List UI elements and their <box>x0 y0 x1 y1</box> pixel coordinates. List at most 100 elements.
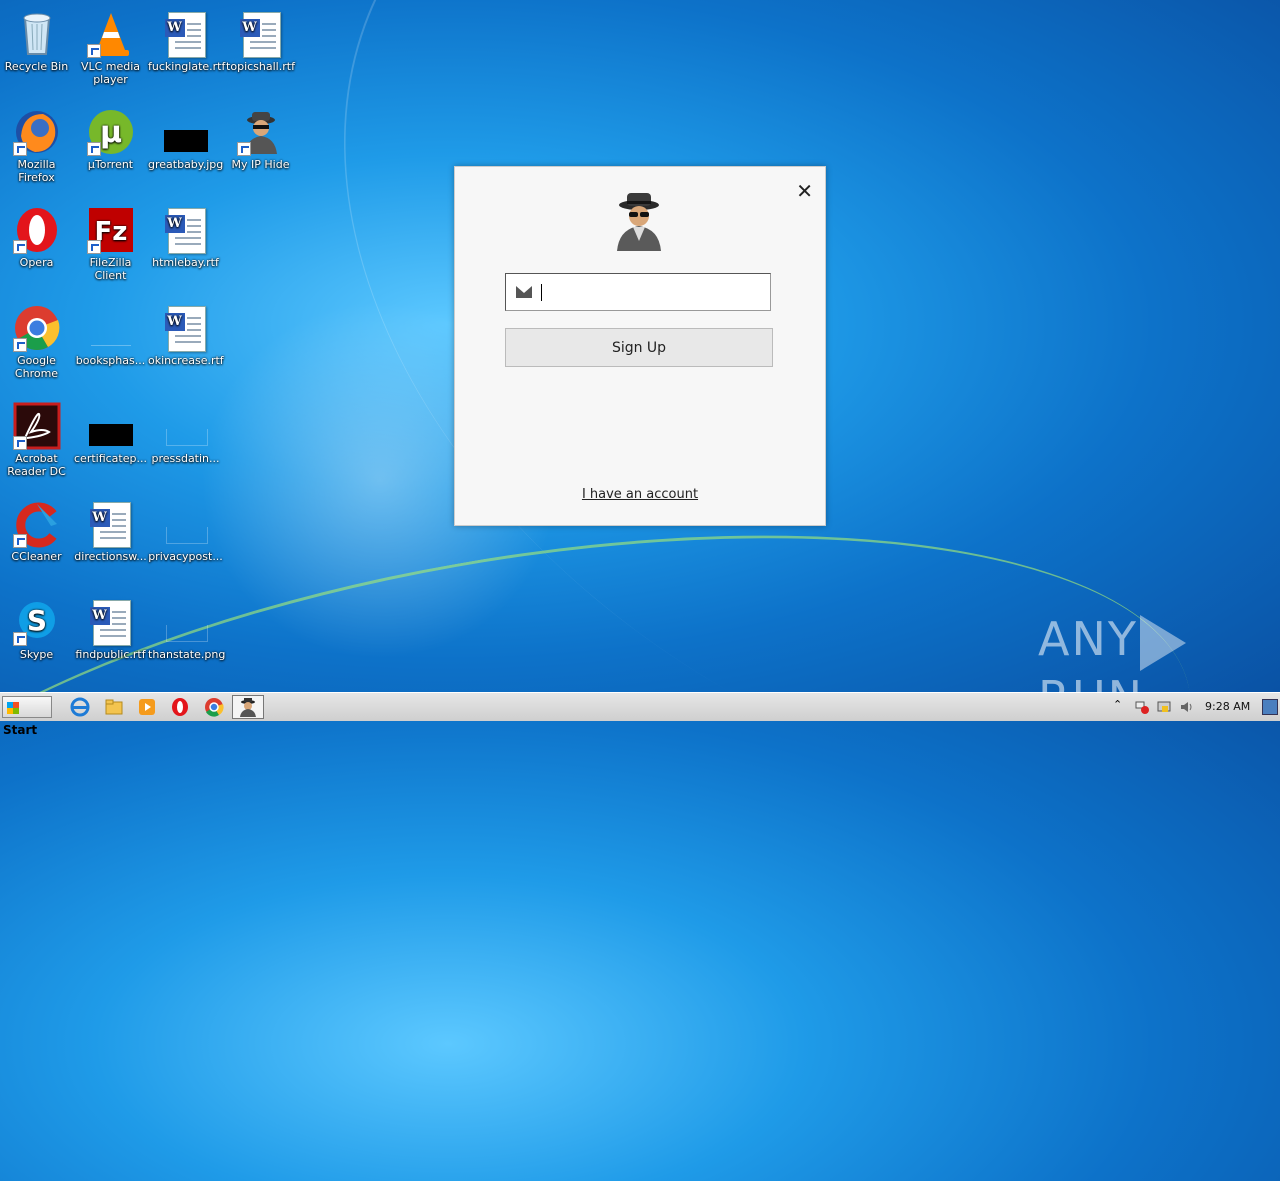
desktop-icon-label: fuckinglate.rtf <box>148 60 226 73</box>
desktop-icon-label: Google Chrome <box>14 354 59 380</box>
shortcut-arrow-icon <box>12 240 27 254</box>
shortcut-arrow-icon <box>86 240 101 254</box>
word-document-icon: W <box>87 500 135 548</box>
spy-agent-icon <box>607 189 671 253</box>
desktop-icon-label: VLC media player <box>80 60 141 86</box>
system-tray: ⌃ 9:28 AM <box>1105 693 1280 721</box>
chrome-icon[interactable] <box>204 697 224 717</box>
desktop-icon-label: Recycle Bin <box>4 60 69 73</box>
desktop-icon-label: okincrease.rtf <box>148 354 224 367</box>
desktop-icon-pressdatin[interactable]: pressdatin... <box>148 398 223 465</box>
desktop-icon-certificatep[interactable]: certificatep... <box>73 398 148 465</box>
clock[interactable]: 9:28 AM <box>1205 700 1250 713</box>
blank-file-icon <box>162 500 210 548</box>
desktop-icon-label: My IP Hide <box>231 158 290 171</box>
chrome-icon <box>12 304 61 352</box>
desktop-icon-recycle-bin[interactable]: Recycle Bin <box>0 6 74 73</box>
desktop-icon-label: booksphas... <box>75 354 146 367</box>
have-account-link[interactable]: I have an account <box>455 487 825 502</box>
desktop-icon-topicshall[interactable]: W topicshall.rtf <box>223 6 298 73</box>
internet-explorer-icon[interactable] <box>70 697 90 717</box>
image-thumbnail-icon <box>162 108 210 156</box>
desktop-icon-label: thanstate.png <box>148 648 226 661</box>
close-icon[interactable]: ✕ <box>796 179 813 203</box>
desktop-icon-my-ip-hide[interactable]: My IP Hide <box>223 104 298 171</box>
shortcut-arrow-icon <box>12 338 27 352</box>
desktop-icon-okincrease[interactable]: W okincrease.rtf <box>148 300 224 367</box>
desktop-icon-utorrent[interactable]: µ µTorrent <box>73 104 148 171</box>
desktop-icon-ccleaner[interactable]: CCleaner <box>0 496 74 563</box>
desktop-icon-privacypost[interactable]: privacypost... <box>148 496 223 563</box>
recycle-bin-icon <box>13 10 61 58</box>
desktop-icon-directionsw[interactable]: W directionsw... <box>73 496 148 563</box>
word-document-icon: W <box>237 10 285 58</box>
desktop-icon-skype[interactable]: S Skype <box>0 594 74 661</box>
sign-up-button[interactable]: Sign Up <box>505 328 773 367</box>
skype-icon: S <box>12 598 61 646</box>
text-cursor <box>541 284 542 301</box>
desktop-icon-thanstate[interactable]: thanstate.png <box>148 594 226 661</box>
desktop-icon-findpublic[interactable]: W findpublic.rtf <box>73 594 148 661</box>
desktop-icon-label: Mozilla Firefox <box>17 158 56 184</box>
taskbar-app-my-ip-hide[interactable] <box>232 695 264 719</box>
media-player-icon[interactable] <box>137 697 157 717</box>
vlc-icon <box>86 10 135 58</box>
acrobat-icon <box>12 402 61 450</box>
start-label: Start <box>3 723 38 737</box>
svg-text:µ: µ <box>99 115 121 150</box>
volume-icon[interactable] <box>1179 699 1193 713</box>
desktop-icon-label: Opera <box>19 256 54 269</box>
action-center-flag-icon[interactable] <box>1135 699 1149 714</box>
desktop-icon-label: privacypost... <box>148 550 223 563</box>
desktop-icon-label: htmlebay.rtf <box>152 256 219 269</box>
shortcut-arrow-icon <box>12 142 27 156</box>
desktop-icon-label: pressdatin... <box>151 452 220 465</box>
word-document-icon: W <box>87 598 135 646</box>
shortcut-arrow-icon <box>86 142 101 156</box>
desktop-icon-label: certificatep... <box>74 452 147 465</box>
desktop-icon-htmlebay[interactable]: W htmlebay.rtf <box>148 202 223 269</box>
play-icon <box>1139 614 1186 671</box>
shortcut-arrow-icon <box>12 436 27 450</box>
desktop-icon-label: findpublic.rtf <box>75 648 146 661</box>
email-field[interactable] <box>505 273 771 311</box>
network-icon[interactable] <box>1157 699 1171 713</box>
svg-text:S: S <box>26 604 46 637</box>
email-input[interactable] <box>540 280 764 306</box>
watermark-text-left: ANY <box>1038 612 1138 666</box>
ccleaner-icon <box>12 500 61 548</box>
show-desktop-button[interactable] <box>1262 699 1278 715</box>
desktop-icon-opera[interactable]: Opera <box>0 202 74 269</box>
blank-file-icon <box>162 598 210 646</box>
desktop-icon-label: CCleaner <box>11 550 62 563</box>
shortcut-arrow-icon <box>12 534 27 548</box>
start-button[interactable]: Start <box>2 696 52 737</box>
spy-agent-icon <box>236 108 285 156</box>
desktop-icon-booksphas[interactable]: booksphas... <box>73 300 148 367</box>
desktop-icon-firefox[interactable]: Mozilla Firefox <box>0 104 74 184</box>
desktop-icon-filezilla[interactable]: Fz FileZilla Client <box>73 202 148 282</box>
word-document-icon: W <box>162 206 210 254</box>
sign-up-dialog: ✕ Sign Up I have an account <box>454 166 826 526</box>
filezilla-icon: Fz <box>86 206 135 254</box>
desktop-icon-label: directionsw... <box>74 550 147 563</box>
shortcut-arrow-icon <box>12 632 27 646</box>
desktop-icon-acrobat[interactable]: Acrobat Reader DC <box>0 398 74 478</box>
desktop-icon-chrome[interactable]: Google Chrome <box>0 300 74 380</box>
image-thumbnail-icon <box>87 402 135 450</box>
desktop-icon-vlc[interactable]: VLC media player <box>73 6 148 86</box>
taskbar: Start ⌃ 9:28 AM <box>0 692 1280 737</box>
blank-file-icon <box>87 304 135 352</box>
desktop-icon-fuckinglate[interactable]: W fuckinglate.rtf <box>148 6 226 73</box>
windows-logo-icon <box>7 702 19 714</box>
file-explorer-icon[interactable] <box>104 697 124 717</box>
blank-file-icon <box>162 402 210 450</box>
desktop-icon-label: greatbaby.jpg <box>148 158 224 171</box>
show-hidden-icons-icon[interactable]: ⌃ <box>1113 698 1127 712</box>
desktop-icon-greatbaby[interactable]: greatbaby.jpg <box>148 104 223 171</box>
desktop-icon-label: Acrobat Reader DC <box>7 452 66 478</box>
shortcut-arrow-icon <box>236 142 251 156</box>
opera-icon[interactable] <box>170 697 190 717</box>
desktop-icon-label: Skype <box>19 648 54 661</box>
opera-icon <box>12 206 61 254</box>
